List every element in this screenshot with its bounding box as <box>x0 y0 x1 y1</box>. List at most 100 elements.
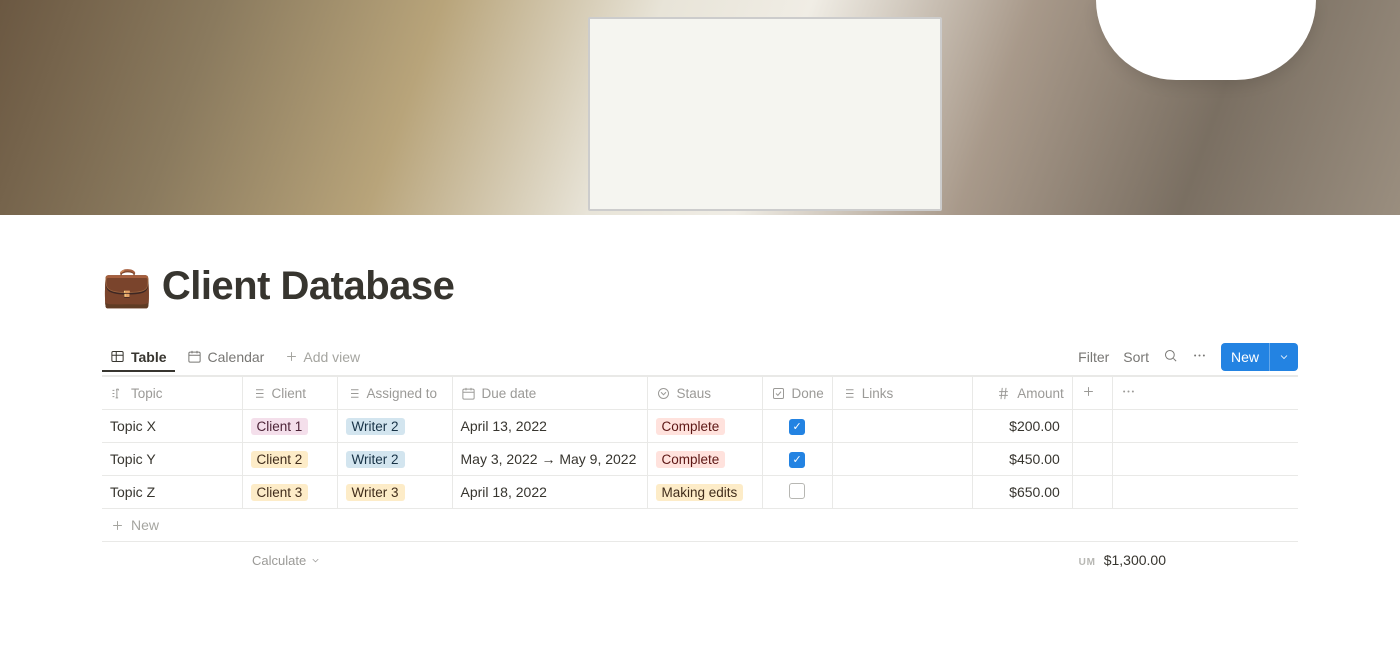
checkbox-icon <box>771 386 786 401</box>
cover-image <box>0 0 1400 215</box>
cell-client[interactable]: Client 2 <box>242 443 337 476</box>
page-title[interactable]: Client Database <box>162 264 455 309</box>
column-header-assigned[interactable]: Assigned to <box>337 377 452 410</box>
cell-empty <box>1072 410 1112 443</box>
list-icon <box>346 386 361 401</box>
chevron-down-icon <box>310 555 321 566</box>
cell-empty <box>1072 476 1112 509</box>
status-tag: Making edits <box>656 484 744 501</box>
filter-button[interactable]: Filter <box>1078 349 1109 365</box>
number-icon <box>996 386 1011 401</box>
cell-empty <box>1112 410 1298 443</box>
dots-icon <box>1192 348 1207 363</box>
cell-topic[interactable]: Topic Z <box>102 476 242 509</box>
dots-icon <box>1121 384 1136 399</box>
title-icon <box>110 386 125 401</box>
cell-staus[interactable]: Complete <box>647 443 762 476</box>
cell-staus[interactable]: Making edits <box>647 476 762 509</box>
amount-sum[interactable]: UM $1,300.00 <box>1079 552 1166 568</box>
column-header-due[interactable]: Due date <box>452 377 647 410</box>
new-button-label: New <box>1221 349 1269 365</box>
cell-topic[interactable]: Topic X <box>102 410 242 443</box>
column-header-topic[interactable]: Topic <box>102 377 242 410</box>
status-tag: Complete <box>656 451 726 468</box>
sort-button[interactable]: Sort <box>1123 349 1149 365</box>
search-button[interactable] <box>1163 348 1178 366</box>
new-button[interactable]: New <box>1221 343 1298 371</box>
cell-done[interactable]: ✓ <box>762 443 832 476</box>
new-button-dropdown[interactable] <box>1269 343 1298 371</box>
cell-due[interactable]: April 13, 2022 <box>452 410 647 443</box>
table-footer: Calculate UM $1,300.00 <box>102 542 1298 568</box>
add-column-button[interactable] <box>1072 377 1112 410</box>
column-header-amount[interactable]: Amount <box>972 377 1072 410</box>
tab-table-label: Table <box>131 349 167 365</box>
calendar-icon <box>461 386 476 401</box>
cell-amount[interactable]: $200.00 <box>972 410 1072 443</box>
assigned-tag: Writer 2 <box>346 418 405 435</box>
new-row-button[interactable]: New <box>102 509 1298 542</box>
table-row[interactable]: Topic Z Client 3 Writer 3 April 18, 2022 Mak… <box>102 476 1298 509</box>
calendar-icon <box>187 349 202 364</box>
cell-due[interactable]: May 3, 2022 → May 9, 2022 <box>452 443 647 476</box>
column-menu-button[interactable] <box>1112 377 1298 410</box>
checkbox[interactable]: ✓ <box>789 452 805 468</box>
sum-label: UM <box>1079 557 1096 568</box>
cell-assigned[interactable]: Writer 3 <box>337 476 452 509</box>
tab-calendar[interactable]: Calendar <box>179 343 273 371</box>
cell-topic[interactable]: Topic Y <box>102 443 242 476</box>
status-tag: Complete <box>656 418 726 435</box>
add-view-button[interactable]: Add view <box>276 343 368 371</box>
cell-empty <box>1072 443 1112 476</box>
tab-table[interactable]: Table <box>102 343 175 371</box>
assigned-tag: Writer 2 <box>346 451 405 468</box>
cell-amount[interactable]: $650.00 <box>972 476 1072 509</box>
new-row-label: New <box>131 517 159 533</box>
cell-assigned[interactable]: Writer 2 <box>337 443 452 476</box>
cell-client[interactable]: Client 3 <box>242 476 337 509</box>
cell-links[interactable] <box>832 476 972 509</box>
page-content: 💼 Client Database Table Calendar Add vie… <box>90 263 1310 568</box>
calculate-button[interactable]: Calculate <box>252 552 321 568</box>
view-toolbar: Table Calendar Add view Filter Sort New <box>102 338 1298 376</box>
plus-icon <box>110 518 125 533</box>
table-tools: Filter Sort New <box>1078 343 1298 371</box>
plus-icon <box>284 349 299 364</box>
column-header-client[interactable]: Client <box>242 377 337 410</box>
table-row[interactable]: Topic Y Client 2 Writer 2 May 3, 2022 → May… <box>102 443 1298 476</box>
more-button[interactable] <box>1192 348 1207 366</box>
page-title-row: 💼 Client Database <box>102 263 1298 310</box>
client-tag: Client 3 <box>251 484 309 501</box>
cell-links[interactable] <box>832 410 972 443</box>
checkbox[interactable] <box>789 483 805 499</box>
cell-due[interactable]: April 18, 2022 <box>452 476 647 509</box>
search-icon <box>1163 348 1178 363</box>
column-header-staus[interactable]: Staus <box>647 377 762 410</box>
column-header-links[interactable]: Links <box>832 377 972 410</box>
column-header-done[interactable]: Done <box>762 377 832 410</box>
cell-done[interactable] <box>762 476 832 509</box>
chevron-down-icon <box>1278 351 1290 363</box>
cell-links[interactable] <box>832 443 972 476</box>
database-table: Topic Client Assigned to Due date Staus … <box>102 376 1298 509</box>
cell-assigned[interactable]: Writer 2 <box>337 410 452 443</box>
plus-icon <box>1081 384 1096 399</box>
view-tabs: Table Calendar Add view <box>102 343 368 371</box>
tab-calendar-label: Calendar <box>208 349 265 365</box>
page-icon[interactable]: 💼 <box>102 263 152 310</box>
client-tag: Client 2 <box>251 451 309 468</box>
cell-done[interactable]: ✓ <box>762 410 832 443</box>
list-icon <box>251 386 266 401</box>
cell-amount[interactable]: $450.00 <box>972 443 1072 476</box>
sum-value: $1,300.00 <box>1104 552 1166 568</box>
cell-empty <box>1112 476 1298 509</box>
client-tag: Client 1 <box>251 418 309 435</box>
cell-staus[interactable]: Complete <box>647 410 762 443</box>
cell-empty <box>1112 443 1298 476</box>
assigned-tag: Writer 3 <box>346 484 405 501</box>
cell-client[interactable]: Client 1 <box>242 410 337 443</box>
table-row[interactable]: Topic X Client 1 Writer 2 April 13, 2022 Com… <box>102 410 1298 443</box>
checkbox[interactable]: ✓ <box>789 419 805 435</box>
table-icon <box>110 349 125 364</box>
table-header-row: Topic Client Assigned to Due date Staus … <box>102 377 1298 410</box>
